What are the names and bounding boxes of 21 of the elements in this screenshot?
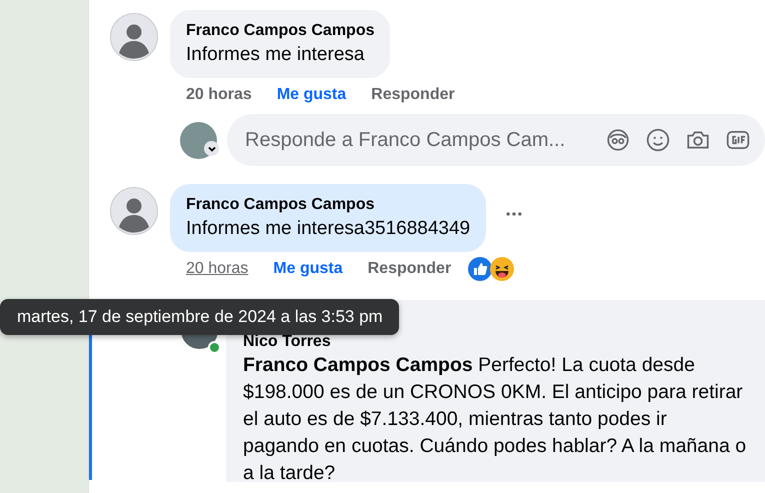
- thumbs-up-icon[interactable]: [468, 257, 492, 281]
- author-name[interactable]: Franco Campos Campos: [186, 20, 374, 42]
- timestamp-link[interactable]: 20 horas: [186, 86, 252, 104]
- reply-input[interactable]: Responde a Franco Campos Cam...: [243, 128, 591, 152]
- like-link[interactable]: Me gusta: [276, 86, 346, 104]
- author-name[interactable]: Nico Torres: [243, 332, 753, 352]
- emoji-icon[interactable]: [645, 127, 671, 153]
- comment-text: Franco Campos Campos Perfecto! La cuota desde $198.000 es de un CRONOS 0KM. El anticipo para retirar el auto es de $7.133.400, mientras tanto podes ir pagando en cuotas. Cuándo podes hablar? A la mañana o a la tarde?: [243, 353, 748, 486]
- avatar-icon[interactable]: [110, 13, 158, 61]
- author-name[interactable]: Franco Campos Campos: [186, 194, 470, 216]
- comment-text: Informes me interesa: [186, 43, 366, 67]
- timestamp-link[interactable]: 20 horas: [186, 260, 248, 278]
- date-tooltip: martes, 17 de septiembre de 2024 a las 3:53 pm: [0, 299, 399, 335]
- avatar-sticker-icon[interactable]: [605, 127, 631, 153]
- reply-field[interactable]: Responde a Franco Campos Cam...: [227, 114, 765, 166]
- reply-link[interactable]: Responder: [371, 86, 455, 104]
- comment-text: Informes me interesa3516884349: [186, 217, 470, 241]
- reply-link[interactable]: Responder: [368, 260, 452, 278]
- like-link[interactable]: Me gusta: [273, 260, 343, 278]
- avatar-icon[interactable]: [110, 187, 158, 235]
- laughing-face-icon[interactable]: [490, 257, 514, 281]
